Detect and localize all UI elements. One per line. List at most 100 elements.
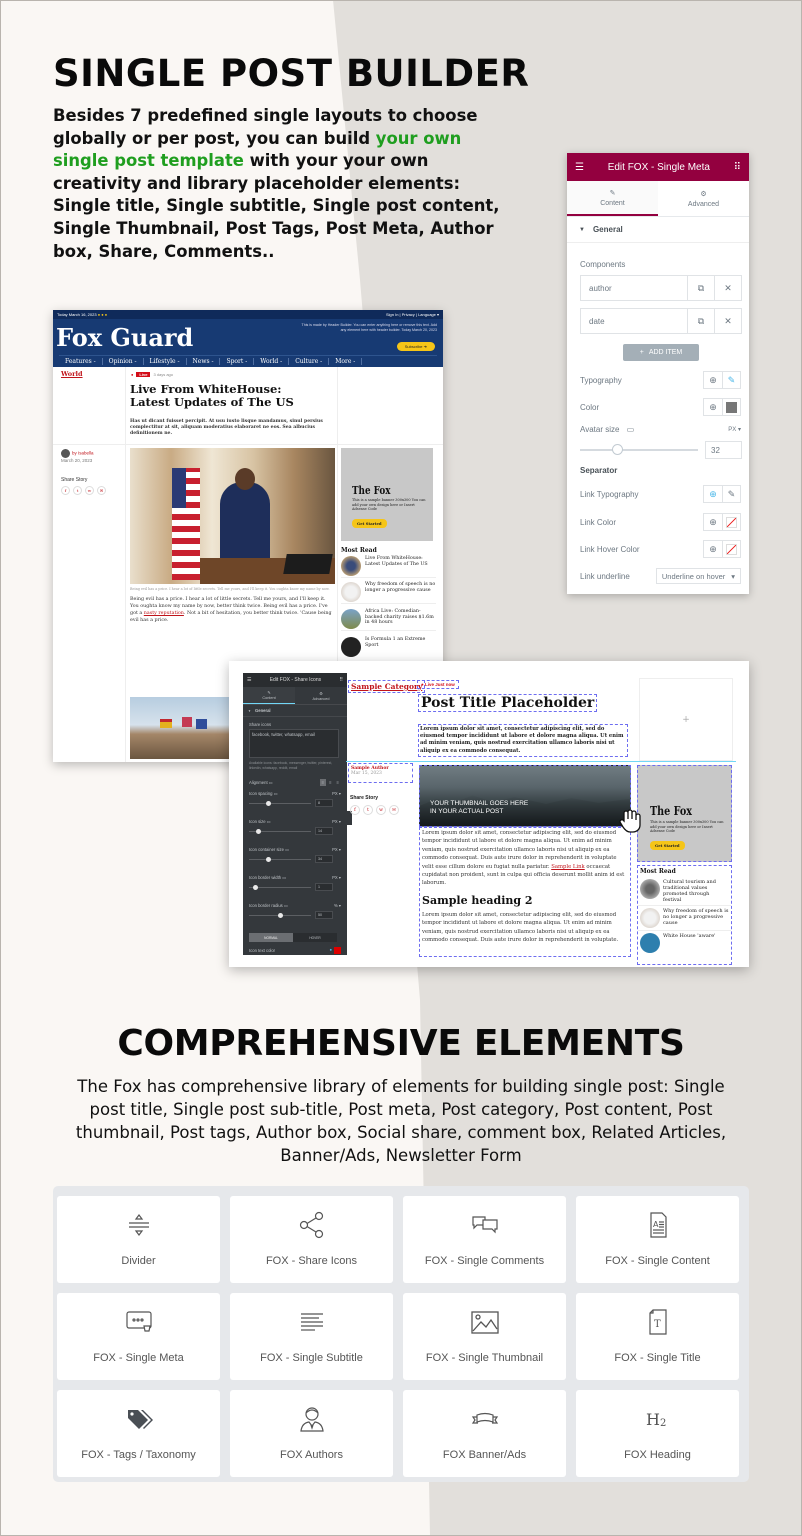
element-card[interactable]: FOX - Tags / Taxonomy [57, 1390, 220, 1477]
control-slider[interactable] [249, 857, 311, 862]
globe-icon[interactable]: ⊕ [704, 486, 722, 502]
list-item[interactable]: Why freedom of speech is no longer a pro… [638, 906, 731, 931]
twitter-icon[interactable]: t [73, 486, 82, 495]
align-left-button[interactable]: ≡ [319, 779, 327, 786]
add-element-area[interactable]: + [639, 678, 733, 761]
add-item-button[interactable]: + ADD ITEM [623, 344, 699, 361]
list-item[interactable]: White House 'aware' [638, 931, 731, 955]
tab-advanced[interactable]: ⚙ Advanced [295, 687, 347, 704]
subtitle-placeholder[interactable]: Lorem ipsum dolor sit amet, consectetur … [418, 724, 628, 757]
link-hover-color-control[interactable]: ⊕ [703, 540, 741, 558]
hamburger-icon[interactable]: ☰ [575, 162, 584, 173]
nav-item[interactable]: Sport - [220, 358, 255, 365]
color-control[interactable]: ⊕ [703, 398, 741, 416]
link-typography-control[interactable]: ⊕ ✎ [703, 485, 741, 503]
control-slider[interactable] [249, 913, 311, 918]
section-general[interactable]: ▼ General [243, 705, 347, 717]
component-item[interactable]: date ⧉ ✕ [580, 308, 742, 334]
typography-control[interactable]: ⊕ ✎ [703, 371, 741, 389]
globe-icon[interactable]: ⊕ [704, 372, 722, 388]
unit-select[interactable]: PX ▾ [728, 426, 741, 433]
element-card[interactable]: FOX Authors [230, 1390, 393, 1477]
author-name[interactable]: by Isabella [72, 451, 94, 456]
ad-button[interactable]: Get Started [650, 841, 685, 850]
link-color-control[interactable]: ⊕ [703, 513, 741, 531]
list-item[interactable]: Africa Live: Comedian-backed charity rai… [341, 609, 436, 631]
link-underline-select[interactable]: Underline on hover ▾ [655, 568, 741, 584]
control-input[interactable]: 1 [315, 883, 333, 891]
close-icon[interactable]: ✕ [714, 276, 741, 300]
element-card[interactable]: FOX - Single Meta [57, 1293, 220, 1380]
facebook-icon[interactable]: f [350, 805, 360, 815]
duplicate-icon[interactable]: ⧉ [687, 276, 714, 300]
color-swatch[interactable] [722, 399, 740, 415]
list-item[interactable]: Live From WhiteHouse: Latest Updates of … [341, 556, 436, 578]
element-card[interactable]: T FOX - Single Title [576, 1293, 739, 1380]
slider-handle[interactable] [612, 444, 623, 455]
unit-select[interactable]: PX ▾ [332, 791, 341, 796]
most-read-placeholder[interactable]: Most Read Cultural tourism and tradition… [637, 865, 732, 965]
element-card[interactable]: FOX - Single Comments [403, 1196, 566, 1283]
email-icon[interactable]: ✉ [389, 805, 399, 815]
avatar-size-slider[interactable] [580, 444, 698, 455]
element-card[interactable]: A FOX - Single Content [576, 1196, 739, 1283]
slider-handle[interactable] [265, 801, 271, 806]
tab-advanced[interactable]: ⚙ Advanced [658, 181, 749, 216]
control-input[interactable]: 8 [315, 799, 333, 807]
pencil-icon[interactable]: ✎ [722, 372, 740, 388]
list-item[interactable]: Why freedom of speech is no longer a pro… [341, 582, 436, 604]
element-card[interactable]: FOX Banner/Ads [403, 1390, 566, 1477]
globe-icon[interactable]: ⊕ [704, 399, 722, 415]
list-item[interactable]: Cultural tourism and traditional values … [638, 877, 731, 906]
element-card[interactable]: FOX - Single Subtitle [230, 1293, 393, 1380]
control-input[interactable]: 34 [315, 855, 333, 863]
avatar-size-input[interactable]: 32 [705, 441, 742, 459]
nav-item[interactable]: News - [187, 358, 221, 365]
tab-content[interactable]: ✎ Content [243, 687, 295, 704]
signin-link[interactable]: Sign In [386, 312, 398, 317]
grid-icon[interactable]: ⠿ [734, 162, 741, 173]
align-right-button[interactable]: ≡ [335, 779, 341, 786]
globe-icon[interactable]: ⊕ [704, 541, 722, 557]
subscribe-button[interactable]: Subscribe ➜ [396, 342, 435, 351]
toggle-normal[interactable]: NORMAL [249, 933, 293, 942]
whatsapp-icon[interactable]: w [85, 486, 94, 495]
section-general[interactable]: ▼ General [567, 217, 749, 243]
facebook-icon[interactable]: f [61, 486, 70, 495]
category-placeholder[interactable]: Sample Category [348, 680, 426, 693]
element-card[interactable]: FOX - Share Icons [230, 1196, 393, 1283]
unit-select[interactable]: % ▾ [334, 903, 341, 908]
nav-item[interactable]: Features - [59, 358, 103, 365]
nav-item[interactable]: More - [329, 358, 363, 365]
control-slider[interactable] [249, 885, 311, 890]
share-icons-textarea[interactable]: facebook, twitter, whatsapp, email [249, 729, 339, 758]
slider-handle[interactable] [278, 913, 283, 918]
tab-content[interactable]: ✎ Content [567, 181, 658, 216]
banner-placeholder[interactable]: The Fox This is a sample banner 300x300 … [637, 765, 732, 862]
globe-icon[interactable]: ⊕ [704, 514, 722, 530]
site-logo[interactable]: Fox Guard [56, 323, 193, 352]
color-swatch-none[interactable] [722, 541, 740, 557]
whatsapp-icon[interactable]: w [376, 805, 386, 815]
element-card[interactable]: H 2 FOX Heading [576, 1390, 739, 1477]
content-placeholder[interactable]: Lorem ipsum dolor sit amet, consectetur … [419, 827, 631, 957]
email-icon[interactable]: ✉ [97, 486, 106, 495]
close-icon[interactable]: ✕ [714, 309, 741, 333]
unit-select[interactable]: PX ▾ [332, 847, 341, 852]
control-input[interactable]: 14 [315, 827, 333, 835]
list-item[interactable]: Is Formula 1 an Extreme Sport [341, 637, 436, 659]
slider-handle[interactable] [253, 885, 259, 890]
control-slider[interactable] [249, 829, 311, 834]
slider-handle[interactable] [265, 857, 271, 862]
privacy-link[interactable]: Privacy [402, 312, 415, 317]
author-placeholder[interactable]: Sample Author Mar 15, 2023 [348, 763, 413, 783]
duplicate-icon[interactable]: ⧉ [687, 309, 714, 333]
language-link[interactable]: Language [418, 312, 436, 317]
grid-icon[interactable]: ⠿ [339, 677, 343, 683]
element-card[interactable]: Divider [57, 1196, 220, 1283]
content-link[interactable]: Sample Link [551, 864, 585, 870]
align-center-button[interactable]: ≡ [327, 779, 333, 786]
nav-item[interactable]: Culture - [289, 358, 330, 365]
control-input[interactable]: 50 [315, 911, 333, 919]
pencil-icon[interactable]: ✎ [722, 486, 740, 502]
